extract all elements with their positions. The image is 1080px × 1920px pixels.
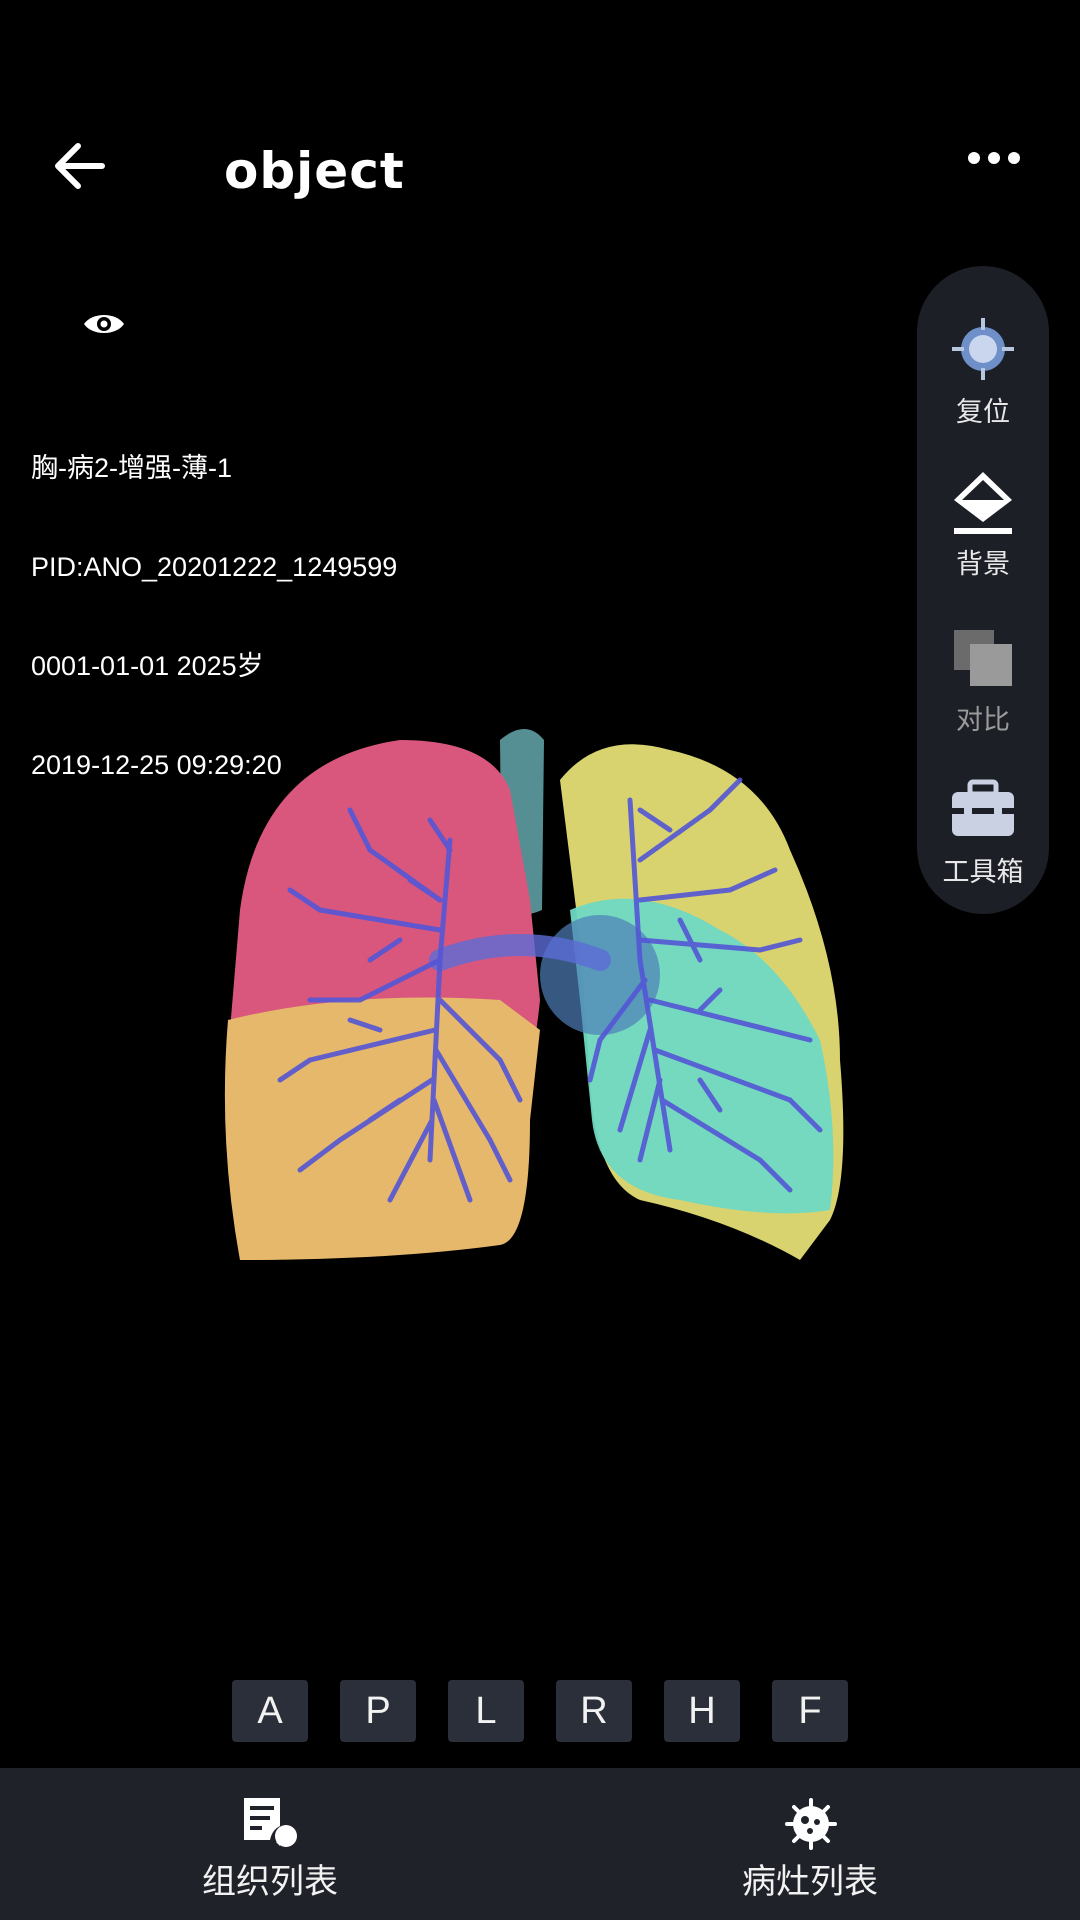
tissue-list-icon (240, 1796, 302, 1850)
view-p-button[interactable]: P (340, 1680, 416, 1742)
birth-age: 0001-01-01 2025岁 (31, 651, 264, 681)
compare-layers-icon (948, 622, 1018, 692)
eye-icon[interactable] (82, 310, 128, 342)
bottom-nav-bar: 组织列表 病灶列表 (0, 1768, 1080, 1920)
background-button[interactable]: 背景 (917, 466, 1049, 596)
tissue-list-label: 组织列表 (202, 1862, 338, 1902)
view-r-button[interactable]: R (556, 1680, 632, 1742)
view-orientation-bar: A P L R H F (0, 1680, 1080, 1742)
reset-label: 复位 (956, 397, 1010, 428)
lung-3d-model[interactable] (200, 700, 880, 1300)
more-options-icon[interactable] (966, 148, 1036, 192)
view-f-button[interactable]: F (772, 1680, 848, 1742)
study-name: 胸-病2-增强-薄-1 (31, 453, 232, 483)
compare-label: 对比 (956, 705, 1010, 736)
side-tool-panel: 复位 背景 对比 工具箱 (917, 266, 1049, 914)
paint-bucket-icon (948, 466, 1018, 536)
toolbox-label: 工具箱 (942, 857, 1024, 888)
back-arrow-icon[interactable] (52, 140, 132, 200)
tissue-list-tab[interactable]: 组织列表 (90, 1768, 450, 1920)
top-bar: object (0, 120, 1080, 220)
virus-icon (780, 1796, 842, 1850)
toolbox-button[interactable]: 工具箱 (917, 774, 1049, 904)
compare-button[interactable]: 对比 (917, 622, 1049, 752)
toolbox-icon (948, 774, 1018, 844)
patient-id: PID:ANO_20201222_1249599 (31, 552, 398, 582)
view-h-button[interactable]: H (664, 1680, 740, 1742)
lesion-list-tab[interactable]: 病灶列表 (630, 1768, 990, 1920)
view-a-button[interactable]: A (232, 1680, 308, 1742)
reset-button[interactable]: 复位 (917, 314, 1049, 444)
view-l-button[interactable]: L (448, 1680, 524, 1742)
page-title: object (224, 142, 405, 200)
lesion-list-label: 病灶列表 (742, 1862, 878, 1902)
background-label: 背景 (956, 549, 1010, 580)
crosshair-icon (948, 314, 1018, 384)
